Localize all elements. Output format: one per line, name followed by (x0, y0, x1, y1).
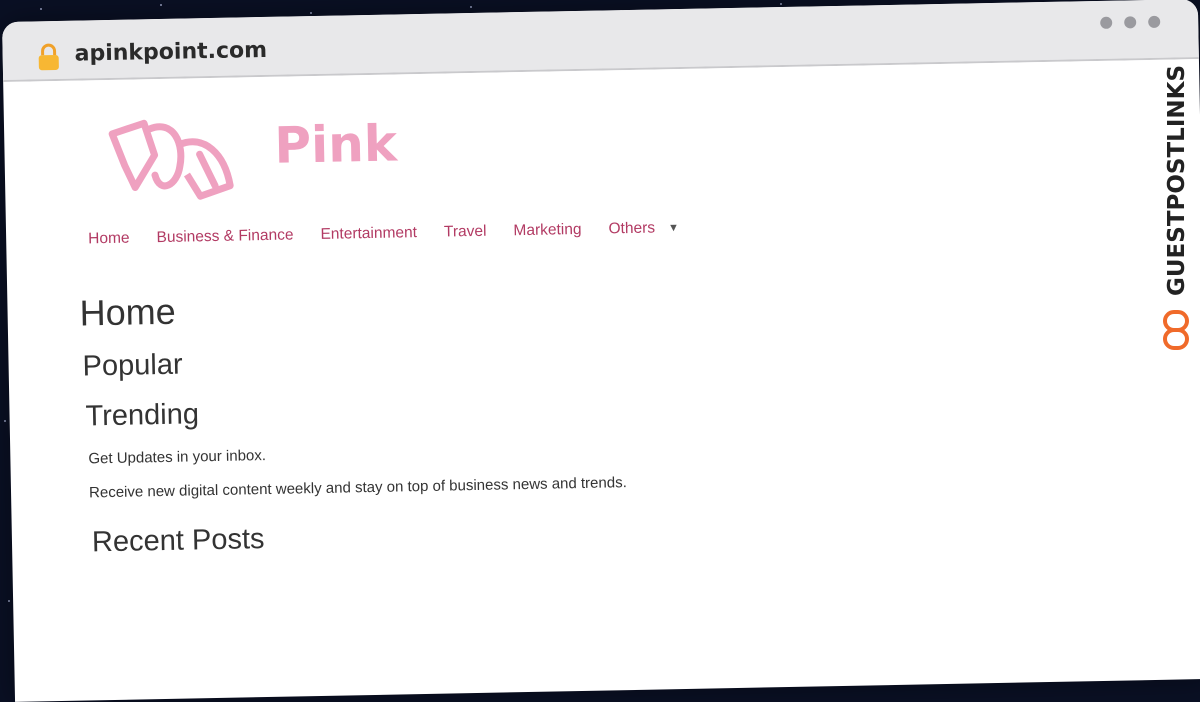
guestpostlinks-watermark: GUESTPOSTLINKS (1163, 65, 1190, 350)
nav-home[interactable]: Home (88, 230, 130, 249)
section-recent-posts: Recent Posts (91, 523, 265, 559)
window-dots (1100, 15, 1161, 29)
updates-description: Receive new digital content weekly and s… (88, 474, 627, 502)
watermark-text: GUESTPOSTLINKS (1164, 65, 1190, 296)
nav-entertainment[interactable]: Entertainment (320, 224, 417, 244)
main-nav: Home Business & Finance Entertainment Tr… (88, 219, 679, 248)
page-content: Pink Home Business & Finance Entertainme… (3, 59, 1200, 702)
updates-title: Get Updates in your inbox. (88, 447, 267, 468)
browser-window: apinkpoint.com Pink Home Business & Fina… (2, 0, 1200, 702)
site-logo-icon[interactable] (104, 114, 236, 206)
nav-travel[interactable]: Travel (444, 223, 487, 242)
section-trending: Trending (85, 398, 200, 433)
link-chain-icon (1163, 310, 1189, 350)
nav-marketing[interactable]: Marketing (513, 221, 581, 240)
window-dot (1100, 16, 1113, 29)
window-dot (1148, 15, 1161, 28)
nav-business-finance[interactable]: Business & Finance (156, 226, 293, 247)
chevron-down-icon[interactable]: ▼ (668, 222, 679, 234)
url-text[interactable]: apinkpoint.com (74, 38, 267, 67)
site-brand[interactable]: Pink (274, 114, 398, 174)
page-title: Home (79, 290, 177, 334)
window-dot (1124, 16, 1137, 29)
lock-icon (38, 43, 59, 71)
section-popular: Popular (82, 348, 183, 383)
nav-others[interactable]: Others (608, 220, 655, 239)
